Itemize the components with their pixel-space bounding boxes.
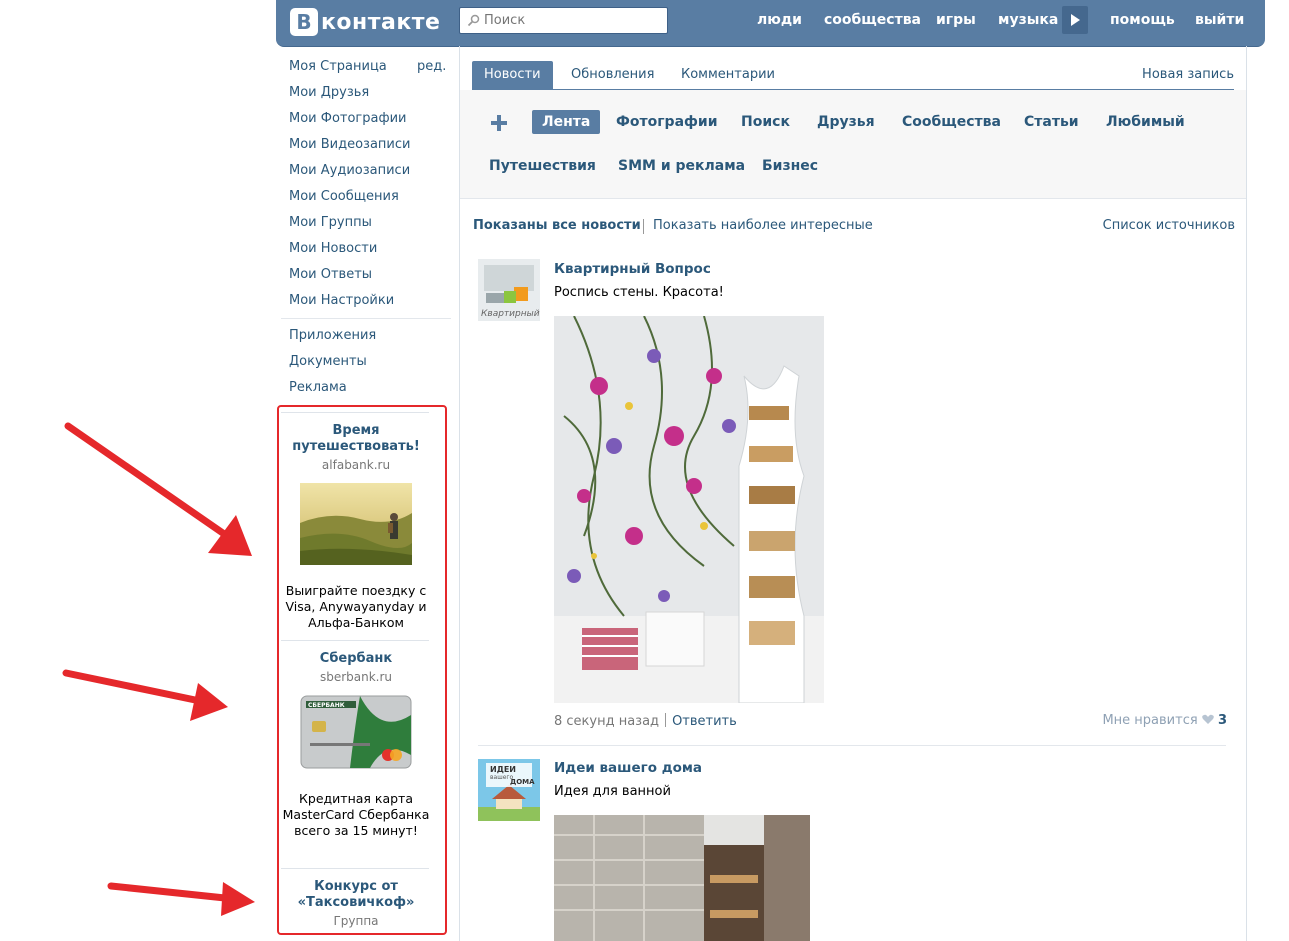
post-author[interactable]: Идеи вашего дома [554,760,702,776]
list-smm[interactable]: SMM и реклама [618,154,745,178]
tab-news[interactable]: Новости [472,61,553,89]
avatar-caption-line1: ИДЕИ [490,765,516,774]
menu-my-videos[interactable]: Мои Видеозаписи [281,132,452,158]
red-arrow-icon [107,882,255,916]
list-communities[interactable]: Сообщества [902,110,1001,134]
like-button[interactable]: Мне нравится 3 [1102,713,1227,728]
menu-my-messages[interactable]: Мои Сообщения [281,184,452,210]
search-input[interactable] [484,8,662,33]
menu-ads[interactable]: Реклама [281,375,452,401]
nav-help[interactable]: помощь [1110,12,1175,28]
ads-block: Время путешествовать! alfabank.ru Выигра… [277,405,447,935]
post-text: Роспись стены. Красота! [554,285,724,300]
post-time[interactable]: 8 секунд назад [554,714,659,729]
post-text: Идея для ванной [554,784,671,799]
post-avatar[interactable]: Квартирный [478,259,540,321]
sources-list-link[interactable]: Список источников [1103,218,1235,233]
post-divider [478,745,1226,746]
avatar-caption: Квартирный [481,309,540,319]
news-lists: Лента Фотографии Поиск Друзья Сообщества… [460,90,1246,199]
menu-my-news[interactable]: Мои Новости [281,236,452,262]
add-list-icon[interactable] [491,115,507,131]
ad-divider [281,868,429,869]
list-feed[interactable]: Лента [532,110,601,134]
ad-divider [281,412,429,413]
red-arrow-icon [62,669,228,721]
avatar-caption-line3: ДОМА [510,778,535,786]
left-menu: Моя Страница Мои Друзья Мои Фотографии М… [281,54,452,401]
ad-description: Выиграйте поездку с Visa, Anywayanyday и… [285,583,427,630]
ad-domain: sberbank.ru [319,670,393,684]
avatar-idei-doma: ИДЕИ вашего ДОМА [478,759,540,821]
menu-my-friends[interactable]: Мои Друзья [281,80,452,106]
search-box[interactable] [459,7,668,34]
filter-divider [643,219,644,234]
menu-documents[interactable]: Документы [281,349,452,375]
like-count: 3 [1217,713,1227,728]
feed-filter: Показаны все новости Показать наиболее и… [473,218,1235,238]
like-label: Мне нравится [1102,713,1198,728]
heart-icon [1202,714,1214,724]
menu-my-answers[interactable]: Мои Ответы [281,262,452,288]
menu-divider [281,318,451,319]
menu-my-photos[interactable]: Мои Фотографии [281,106,452,132]
footer-divider [665,713,667,727]
filter-interesting[interactable]: Показать наиболее интересные [653,218,873,233]
post-author[interactable]: Квартирный Вопрос [554,261,711,277]
new-post-link[interactable]: Новая запись [1142,61,1234,89]
music-play-button[interactable] [1062,6,1088,34]
list-business[interactable]: Бизнес [762,154,818,178]
menu-my-audio[interactable]: Мои Аудиозаписи [281,158,452,184]
ad-sberbank[interactable]: Сбербанк sberbank.ru СБЕРБАНК Кредитная … [281,651,431,839]
news-tabs: Новости Обновления Комментарии Новая зап… [472,61,1234,90]
red-arrow-icon [64,422,252,556]
list-photos[interactable]: Фотографии [616,110,718,134]
ad-domain: Группа [333,914,379,928]
menu-my-groups[interactable]: Мои Группы [281,210,452,236]
list-search[interactable]: Поиск [741,110,790,134]
nav-communities[interactable]: сообщества [824,12,921,28]
ad-taxovichkof[interactable]: Конкурс от «Таксовичкоф» Группа [281,879,431,929]
filter-all-news[interactable]: Показаны все новости [473,218,641,233]
nav-games[interactable]: игры [936,12,976,28]
list-travel[interactable]: Путешествия [489,154,596,178]
nav-music[interactable]: музыка [998,12,1058,28]
main-content: Новости Обновления Комментарии Новая зап… [459,46,1247,941]
list-articles[interactable]: Статьи [1024,110,1079,134]
vk-logo[interactable]: В контакте [290,7,440,37]
ad-image-card[interactable]: СБЕРБАНК [300,695,412,769]
nav-logout[interactable]: выйти [1195,12,1244,28]
menu-apps[interactable]: Приложения [281,323,452,349]
nav-people[interactable]: люди [757,12,802,28]
post-image-flower-wall[interactable] [554,316,824,703]
ad-title[interactable]: Сбербанк [281,651,431,667]
ad-title[interactable]: Конкурс от «Таксовичкоф» [281,879,431,911]
ad-divider [281,640,429,641]
avatar-kvartirny: Квартирный [478,259,540,321]
menu-my-settings[interactable]: Мои Настройки [281,288,452,314]
menu-my-page[interactable]: Моя Страница [281,54,452,80]
vk-logo-text: контакте [321,9,441,35]
play-icon [1071,14,1080,26]
vk-logo-mark: В [290,8,318,36]
post-avatar[interactable]: ИДЕИ вашего ДОМА [478,759,540,821]
tab-updates[interactable]: Обновления [571,61,654,89]
ad-description: Кредитная карта MasterCard Сбербанка все… [282,791,430,838]
reply-link[interactable]: Ответить [672,714,737,729]
list-friends[interactable]: Друзья [817,110,875,134]
card-bank-name: СБЕРБАНК [308,702,345,709]
ad-alfabank[interactable]: Время путешествовать! alfabank.ru Выигра… [281,423,431,631]
ad-image-travel[interactable] [300,483,412,565]
top-header: В контакте люди сообщества игры музыка п… [276,0,1265,47]
ad-domain: alfabank.ru [321,458,391,472]
tab-comments[interactable]: Комментарии [681,61,775,89]
search-icon [467,14,480,27]
ad-title[interactable]: Время путешествовать! [291,423,421,455]
list-favorite[interactable]: Любимый [1106,110,1185,134]
post-footer: 8 секунд назад Ответить [554,713,737,729]
post-image-bathroom[interactable] [554,815,810,941]
